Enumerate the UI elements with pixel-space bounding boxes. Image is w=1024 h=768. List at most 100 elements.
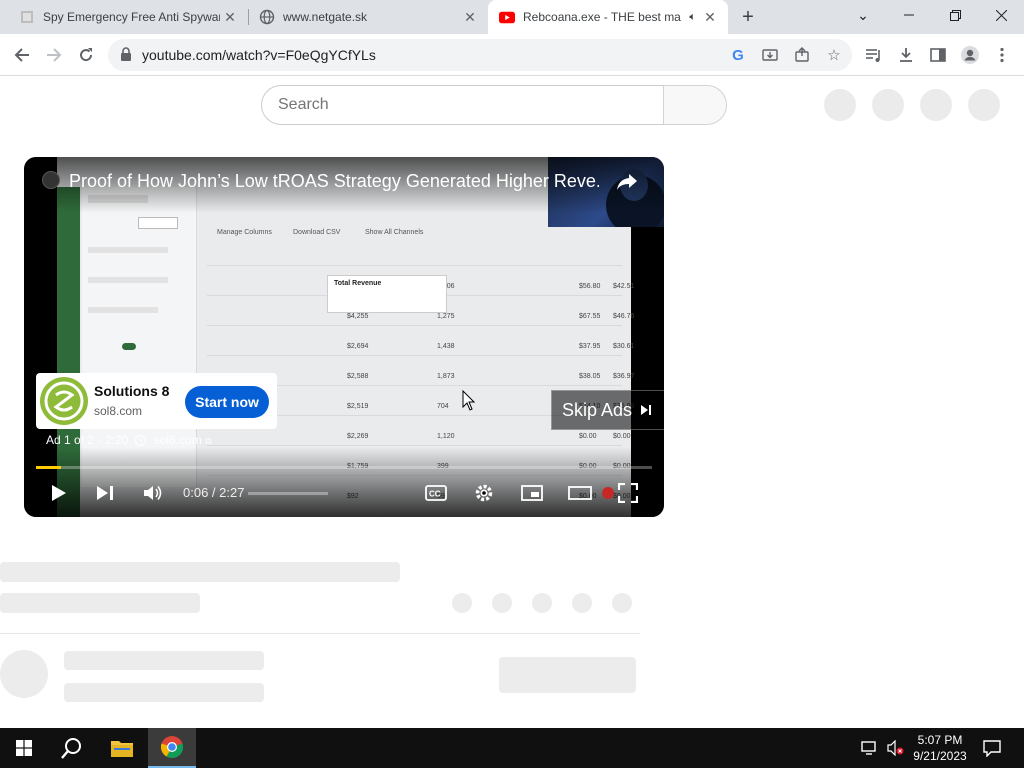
- forward-arrow-icon[interactable]: [40, 41, 68, 69]
- svg-text:CC: CC: [429, 490, 441, 499]
- advertiser-domain[interactable]: sol8.com: [94, 404, 142, 418]
- volume-slider[interactable]: [248, 492, 328, 495]
- video-player[interactable]: Manage Columns Download CSV Show All Cha…: [24, 157, 664, 517]
- frame-cell: $36.97: [613, 373, 635, 380]
- url-text: youtube.com/watch?v=F0eQgYCfYLs: [142, 47, 376, 63]
- media-control-icon[interactable]: [860, 41, 888, 69]
- subscriber-skeleton: [64, 683, 264, 702]
- tab-netgate[interactable]: www.netgate.sk ✕: [248, 0, 488, 34]
- fullscreen-icon[interactable]: [616, 481, 640, 505]
- browser-toolbar: youtube.com/watch?v=F0eQgYCfYLs G ☆: [0, 34, 1024, 76]
- frame-cell: $67.55: [579, 313, 601, 320]
- tab-youtube[interactable]: Rebcoana.exe - THE best ma 🔈︎ ✕: [488, 0, 728, 34]
- ad-card[interactable]: Solutions 8 sol8.com Start now: [36, 373, 277, 429]
- tab-title: Rebcoana.exe - THE best ma: [523, 10, 681, 24]
- advertiser-name[interactable]: Solutions 8: [94, 383, 169, 399]
- frame-cell: $37.95: [579, 343, 601, 350]
- settings-gear-icon[interactable]: [472, 481, 496, 505]
- title-skeleton: [0, 562, 400, 582]
- share-icon[interactable]: [792, 45, 812, 65]
- windows-taskbar: 5:07 PM 9/21/2023: [0, 728, 1024, 768]
- channel-avatar-skeleton: [0, 650, 48, 698]
- close-tab-icon[interactable]: ✕: [460, 7, 480, 27]
- channel-name-skeleton: [64, 651, 264, 670]
- notification-icon[interactable]: [978, 728, 1006, 768]
- tab-spy-emergency[interactable]: Spy Emergency Free Anti Spywar ✕: [8, 0, 248, 34]
- audio-playing-icon[interactable]: 🔈︎: [689, 11, 696, 24]
- theater-mode-icon[interactable]: [568, 481, 592, 505]
- ad-info: Ad 1 of 2 · 2:20 i sol8.com ⧉: [46, 433, 212, 447]
- restore-button[interactable]: [932, 0, 978, 30]
- side-panel-icon[interactable]: [924, 41, 952, 69]
- miniplayer-icon[interactable]: [520, 481, 544, 505]
- search-placeholder: Search: [278, 96, 329, 113]
- network-icon[interactable]: [858, 728, 882, 768]
- volume-icon[interactable]: [140, 481, 166, 505]
- close-tab-icon[interactable]: ✕: [220, 7, 240, 27]
- skip-ads-button[interactable]: Skip Ads: [551, 390, 664, 430]
- advertiser-logo[interactable]: [40, 377, 88, 425]
- download-icon[interactable]: [892, 41, 920, 69]
- masthead-placeholder-icon[interactable]: [968, 89, 1000, 121]
- bookmark-star-icon[interactable]: ☆: [824, 45, 844, 65]
- channel-avatar[interactable]: [42, 171, 60, 189]
- page-icon: [19, 9, 35, 25]
- captions-icon[interactable]: CC: [424, 481, 448, 505]
- reload-icon[interactable]: [72, 41, 100, 69]
- youtube-icon: [499, 9, 515, 25]
- action-skeleton: [492, 593, 512, 613]
- search-icon[interactable]: [48, 728, 96, 768]
- action-skeleton: [452, 593, 472, 613]
- close-window-button[interactable]: [978, 0, 1024, 30]
- file-explorer-icon[interactable]: [98, 728, 146, 768]
- frame-cell: $2,588: [347, 373, 369, 380]
- masthead-placeholder-icon[interactable]: [872, 89, 904, 121]
- volume-muted-icon[interactable]: [884, 728, 908, 768]
- lock-icon[interactable]: [120, 47, 136, 63]
- frame-cell: $2,269: [347, 433, 369, 440]
- google-translate-icon[interactable]: G: [728, 45, 748, 65]
- frame-cell: $0.00: [613, 433, 631, 440]
- profile-avatar-icon[interactable]: [956, 41, 984, 69]
- search-button[interactable]: [663, 85, 727, 125]
- back-arrow-icon[interactable]: [8, 41, 36, 69]
- chrome-taskbar-icon[interactable]: [148, 728, 196, 768]
- tab-title: Spy Emergency Free Anti Spywar: [43, 10, 220, 24]
- frame-tooltip: Total Revenue: [327, 275, 447, 313]
- windows-start-icon[interactable]: [0, 728, 48, 768]
- action-skeleton: [572, 593, 592, 613]
- share-arrow-icon[interactable]: [614, 169, 640, 195]
- close-tab-icon[interactable]: ✕: [700, 7, 720, 27]
- frame-cell: 704: [437, 403, 449, 410]
- frame-cell: $56.80: [579, 283, 601, 290]
- search-input[interactable]: Search: [261, 85, 664, 125]
- play-icon[interactable]: [46, 481, 72, 505]
- ad-link[interactable]: sol8.com: [154, 433, 202, 447]
- new-tab-button[interactable]: +: [736, 5, 760, 29]
- skip-label: Skip Ads: [562, 399, 633, 420]
- tab-title: www.netgate.sk: [283, 10, 368, 24]
- masthead-placeholder-icon[interactable]: [824, 89, 856, 121]
- next-icon[interactable]: [92, 481, 118, 505]
- frame-cell: 1,275: [437, 313, 455, 320]
- external-link-icon[interactable]: ⧉: [205, 436, 211, 446]
- tab-search-icon[interactable]: ⌄: [840, 0, 886, 30]
- info-icon[interactable]: i: [135, 435, 147, 447]
- frame-cell: $38.05: [579, 373, 601, 380]
- frame-cell: $4,255: [347, 313, 369, 320]
- frame-cell: 1,120: [437, 433, 455, 440]
- progress-bar[interactable]: [36, 466, 652, 469]
- minimize-button[interactable]: [886, 0, 932, 30]
- video-title[interactable]: Proof of How John’s Low tROAS Strategy G…: [69, 171, 599, 192]
- menu-kebab-icon[interactable]: [988, 41, 1016, 69]
- start-now-button[interactable]: Start now: [185, 386, 269, 418]
- time-display: 0:06 / 2:27: [183, 485, 245, 500]
- frame-cell: 1,438: [437, 343, 455, 350]
- frame-cell: $30.61: [613, 343, 635, 350]
- meta-skeleton: [0, 593, 200, 613]
- masthead-placeholder-icon[interactable]: [920, 89, 952, 121]
- system-clock[interactable]: 5:07 PM 9/21/2023: [908, 732, 972, 764]
- record-indicator-icon: [598, 481, 618, 505]
- install-app-icon[interactable]: [760, 45, 780, 65]
- progress-fill: [36, 466, 61, 469]
